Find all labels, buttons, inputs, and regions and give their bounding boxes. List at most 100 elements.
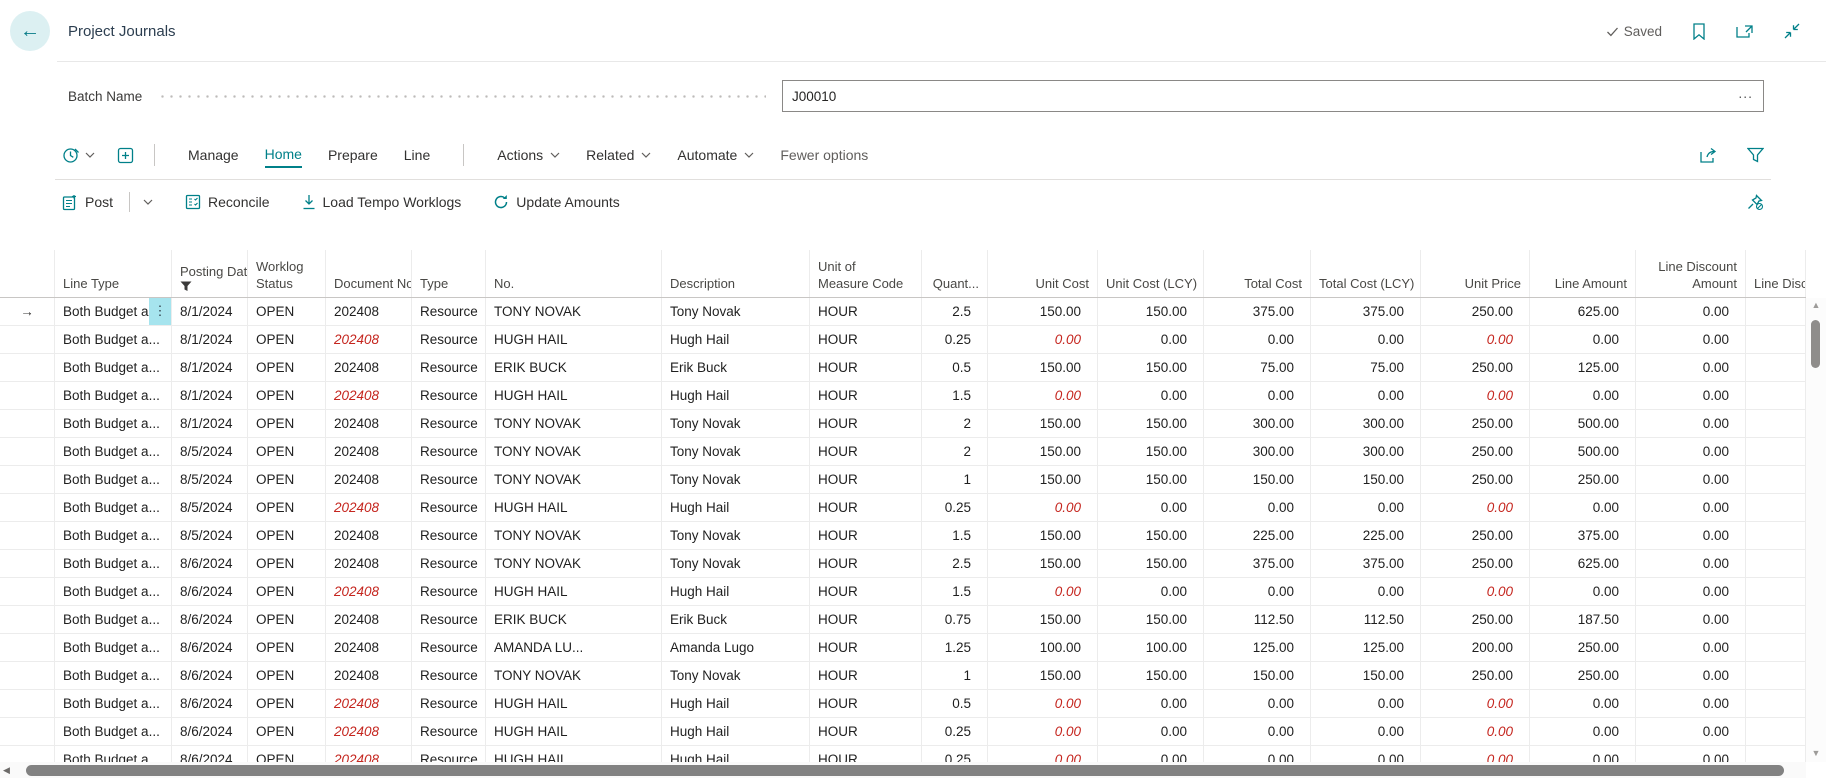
cell-indicator[interactable]: [0, 606, 55, 633]
update-amounts-button[interactable]: Update Amounts: [493, 194, 620, 210]
cell-line_amount[interactable]: 500.00: [1530, 438, 1636, 465]
cell-unit_cost[interactable]: 150.00: [988, 606, 1098, 633]
column-header-line_discount[interactable]: Line Discount: [1746, 250, 1806, 297]
cell-uom[interactable]: HOUR: [810, 382, 922, 409]
cell-unit_price[interactable]: 250.00: [1421, 354, 1530, 381]
cell-line_discount[interactable]: [1746, 522, 1806, 549]
cell-total_cost_lcy[interactable]: 0.00: [1311, 578, 1421, 605]
cell-indicator[interactable]: [0, 326, 55, 353]
cell-unit_cost_lcy[interactable]: 0.00: [1098, 746, 1204, 762]
cell-no[interactable]: ERIK BUCK: [486, 354, 662, 381]
cell-uom[interactable]: HOUR: [810, 550, 922, 577]
cell-posting_date[interactable]: 8/6/2024: [172, 606, 248, 633]
cell-posting_date[interactable]: 8/5/2024: [172, 494, 248, 521]
cell-posting_date[interactable]: 8/6/2024: [172, 662, 248, 689]
cell-line_type[interactable]: Both Budget a...: [55, 578, 172, 605]
cell-line_type[interactable]: Both Budget a...: [55, 326, 172, 353]
back-button[interactable]: ←: [10, 11, 50, 51]
cell-total_cost[interactable]: 125.00: [1204, 634, 1311, 661]
cell-type[interactable]: Resource: [412, 382, 486, 409]
cell-line_type[interactable]: Both Budget a...: [55, 634, 172, 661]
cell-no[interactable]: HUGH HAIL: [486, 718, 662, 745]
unpin-icon[interactable]: [1746, 193, 1764, 211]
assist-edit-button[interactable]: ...: [1732, 85, 1763, 107]
cell-unit_cost_lcy[interactable]: 150.00: [1098, 466, 1204, 493]
table-row[interactable]: Both Budget a...8/1/2024OPEN202408Resour…: [0, 354, 1806, 382]
column-header-no[interactable]: No.: [486, 250, 662, 297]
cell-uom[interactable]: HOUR: [810, 522, 922, 549]
cell-line_discount_amount[interactable]: 0.00: [1636, 522, 1746, 549]
cell-uom[interactable]: HOUR: [810, 690, 922, 717]
cell-quantity[interactable]: 2.5: [922, 298, 988, 325]
cell-line_discount_amount[interactable]: 0.00: [1636, 662, 1746, 689]
cell-worklog_status[interactable]: OPEN: [248, 326, 326, 353]
column-header-unit_cost[interactable]: Unit Cost: [988, 250, 1098, 297]
cell-posting_date[interactable]: 8/1/2024: [172, 354, 248, 381]
cell-quantity[interactable]: 2: [922, 410, 988, 437]
cell-line_discount[interactable]: [1746, 662, 1806, 689]
cell-unit_cost_lcy[interactable]: 150.00: [1098, 550, 1204, 577]
cell-worklog_status[interactable]: OPEN: [248, 718, 326, 745]
cell-type[interactable]: Resource: [412, 606, 486, 633]
cell-type[interactable]: Resource: [412, 438, 486, 465]
cell-indicator[interactable]: [0, 578, 55, 605]
switch-view-button[interactable]: [117, 147, 134, 164]
cell-total_cost[interactable]: 0.00: [1204, 494, 1311, 521]
cell-line_type[interactable]: Both Budget a...: [55, 662, 172, 689]
scroll-up-arrow[interactable]: ▲: [1806, 298, 1826, 312]
cell-total_cost[interactable]: 0.00: [1204, 578, 1311, 605]
cell-line_amount[interactable]: 0.00: [1530, 578, 1636, 605]
cell-line_amount[interactable]: 0.00: [1530, 690, 1636, 717]
cell-quantity[interactable]: 0.25: [922, 746, 988, 762]
cell-posting_date[interactable]: 8/1/2024: [172, 298, 248, 325]
cell-worklog_status[interactable]: OPEN: [248, 606, 326, 633]
fewer-options-button[interactable]: Fewer options: [780, 147, 868, 163]
tab-home[interactable]: Home: [265, 142, 302, 168]
cell-posting_date[interactable]: 8/6/2024: [172, 634, 248, 661]
cell-total_cost[interactable]: 0.00: [1204, 690, 1311, 717]
cell-type[interactable]: Resource: [412, 410, 486, 437]
cell-type[interactable]: Resource: [412, 298, 486, 325]
cell-description[interactable]: Tony Novak: [662, 522, 810, 549]
cell-line_amount[interactable]: 250.00: [1530, 662, 1636, 689]
cell-total_cost[interactable]: 375.00: [1204, 298, 1311, 325]
cell-indicator[interactable]: [0, 718, 55, 745]
cell-worklog_status[interactable]: OPEN: [248, 578, 326, 605]
cell-line_discount_amount[interactable]: 0.00: [1636, 354, 1746, 381]
cell-unit_cost[interactable]: 150.00: [988, 522, 1098, 549]
cell-unit_cost[interactable]: 0.00: [988, 746, 1098, 762]
cell-uom[interactable]: HOUR: [810, 354, 922, 381]
cell-document_no[interactable]: 202408: [326, 382, 412, 409]
cell-posting_date[interactable]: 8/5/2024: [172, 438, 248, 465]
cell-unit_cost[interactable]: 0.00: [988, 690, 1098, 717]
cell-posting_date[interactable]: 8/6/2024: [172, 578, 248, 605]
cell-line_discount[interactable]: [1746, 298, 1806, 325]
share-icon[interactable]: [1700, 147, 1719, 163]
cell-total_cost_lcy[interactable]: 0.00: [1311, 494, 1421, 521]
cell-line_discount_amount[interactable]: 0.00: [1636, 718, 1746, 745]
cell-total_cost_lcy[interactable]: 150.00: [1311, 662, 1421, 689]
cell-indicator[interactable]: [0, 634, 55, 661]
cell-quantity[interactable]: 0.5: [922, 690, 988, 717]
cell-posting_date[interactable]: 8/5/2024: [172, 466, 248, 493]
column-header-quantity[interactable]: Quant...: [922, 250, 988, 297]
cell-no[interactable]: TONY NOVAK: [486, 662, 662, 689]
cell-unit_cost[interactable]: 0.00: [988, 326, 1098, 353]
cell-no[interactable]: TONY NOVAK: [486, 466, 662, 493]
table-row[interactable]: Both Budget a...8/6/2024OPEN202408Resour…: [0, 606, 1806, 634]
cell-indicator[interactable]: [0, 550, 55, 577]
cell-total_cost[interactable]: 300.00: [1204, 410, 1311, 437]
cell-indicator[interactable]: [0, 690, 55, 717]
cell-uom[interactable]: HOUR: [810, 494, 922, 521]
cell-worklog_status[interactable]: OPEN: [248, 746, 326, 762]
cell-quantity[interactable]: 0.25: [922, 326, 988, 353]
cell-description[interactable]: Hugh Hail: [662, 578, 810, 605]
cell-type[interactable]: Resource: [412, 662, 486, 689]
cell-description[interactable]: Tony Novak: [662, 410, 810, 437]
cell-uom[interactable]: HOUR: [810, 634, 922, 661]
cell-type[interactable]: Resource: [412, 466, 486, 493]
cell-uom[interactable]: HOUR: [810, 326, 922, 353]
cell-uom[interactable]: HOUR: [810, 578, 922, 605]
chevron-down-icon[interactable]: [143, 199, 153, 205]
cell-total_cost[interactable]: 75.00: [1204, 354, 1311, 381]
